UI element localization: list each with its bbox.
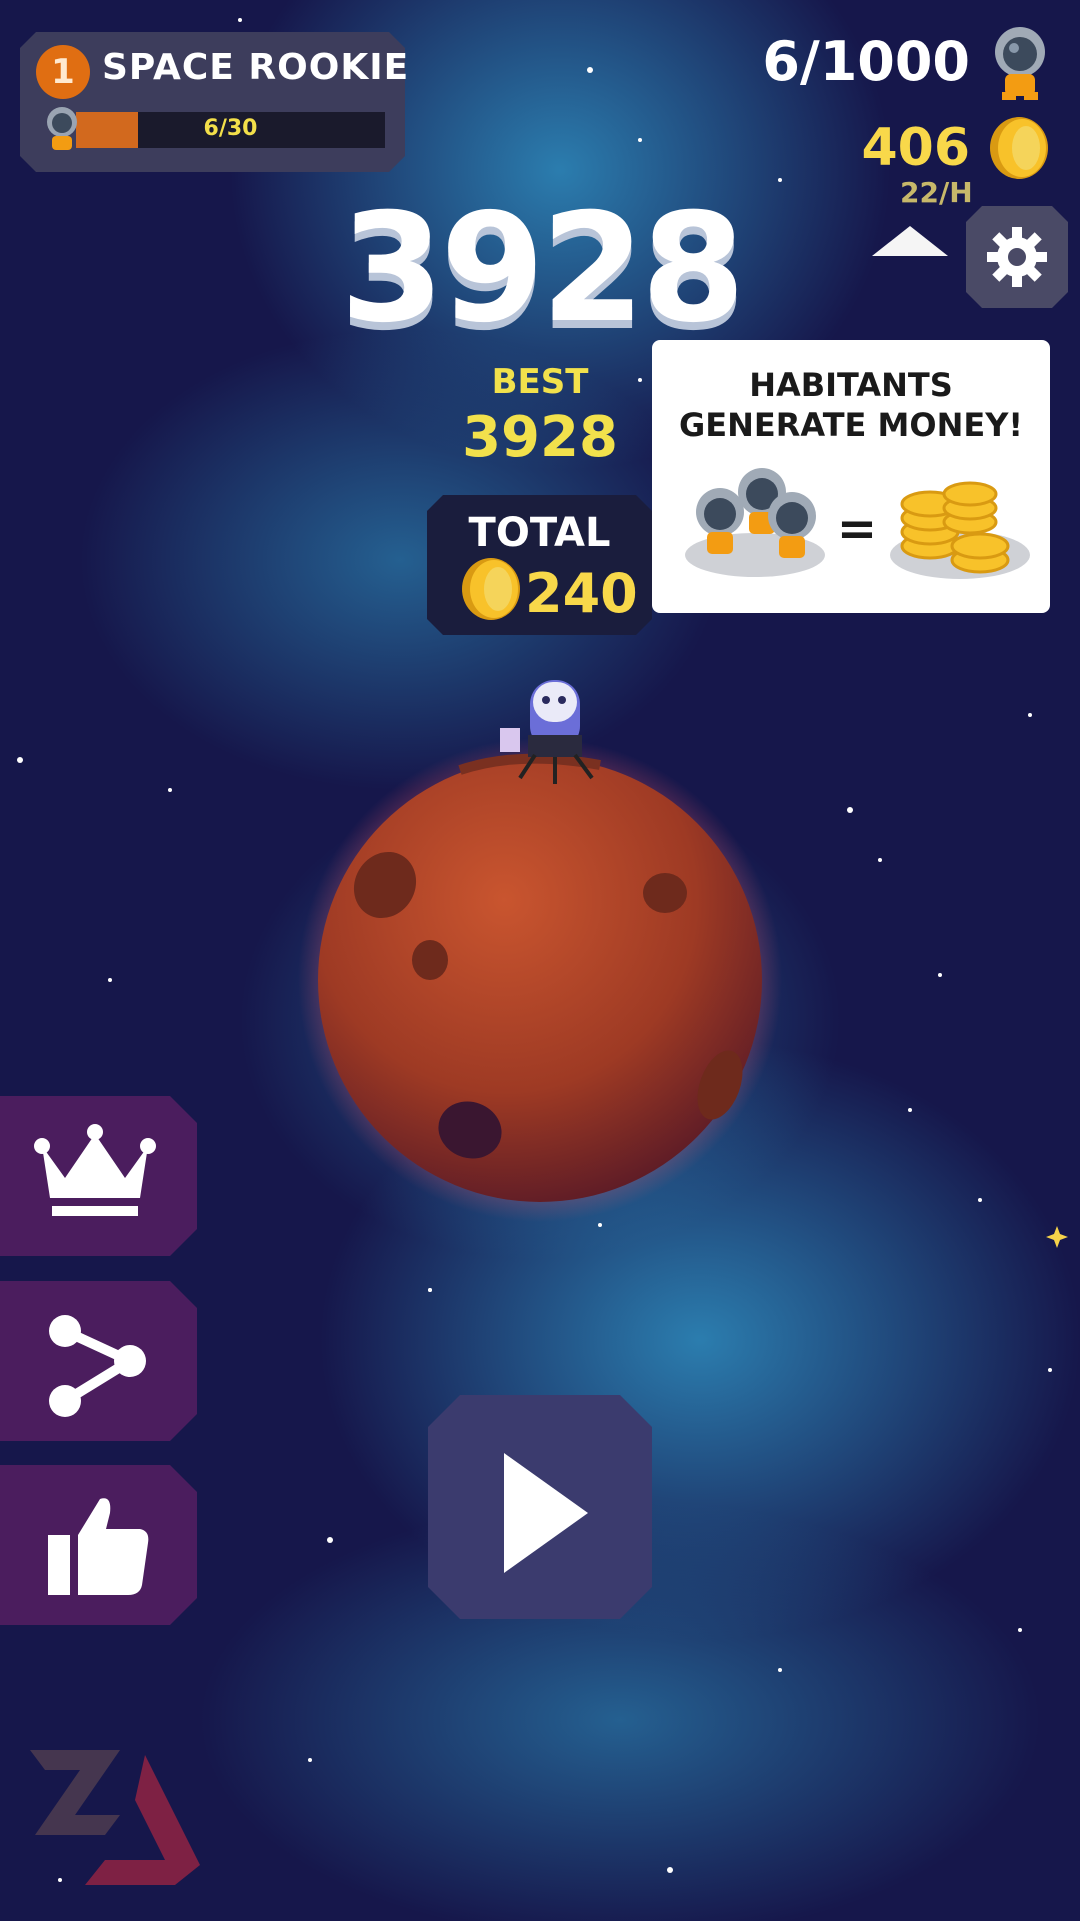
tip-illustration: = (685, 468, 1030, 579)
collapse-arrow-icon[interactable] (872, 226, 948, 256)
share-icon (49, 1315, 146, 1417)
habitant-count: 6/1000 (762, 30, 970, 93)
tip-text: HABITANTS GENERATE MONEY! (652, 365, 1050, 445)
play-icon (504, 1453, 588, 1573)
astronaut-icon (47, 107, 77, 150)
share-button[interactable] (0, 1281, 197, 1441)
total-coins: 240 (525, 562, 638, 625)
tip-line-1: HABITANTS (749, 366, 953, 404)
play-button[interactable] (428, 1395, 652, 1619)
crown-icon (34, 1124, 156, 1216)
like-button[interactable] (0, 1465, 197, 1625)
settings-button[interactable] (966, 206, 1068, 308)
income-rate: 22/H (900, 176, 973, 209)
coin-icon (990, 117, 1048, 179)
tip-line-2: GENERATE MONEY! (679, 406, 1023, 444)
coin-count: 406 (861, 118, 970, 178)
thumbs-up-icon (48, 1498, 149, 1595)
total-label: TOTAL (468, 510, 611, 556)
astronaut-icon (995, 27, 1045, 100)
rank-badge: 1 (36, 45, 90, 99)
rank-progress-text: 6/30 (203, 116, 258, 141)
leaderboard-button[interactable] (0, 1096, 197, 1256)
coin-icon (462, 558, 520, 620)
equals-sign: = (837, 501, 877, 557)
gear-icon (985, 225, 1049, 289)
best-label: BEST (491, 362, 589, 402)
best-score: 3928 (462, 405, 618, 470)
rank-title: SPACE ROOKIE (102, 47, 410, 88)
current-score: 3928 (340, 182, 745, 356)
watermark-logo (30, 1750, 200, 1885)
